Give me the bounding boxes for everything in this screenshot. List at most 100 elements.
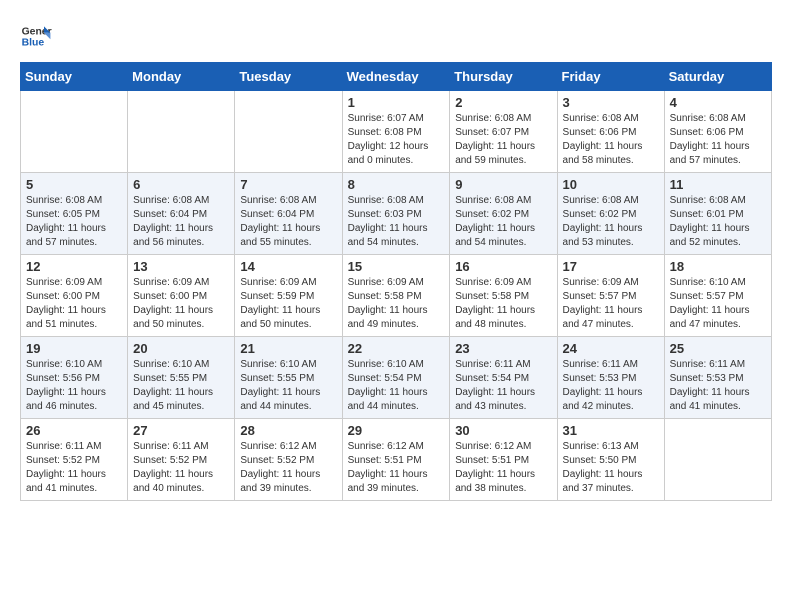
day-info: Sunrise: 6:10 AM Sunset: 5:55 PM Dayligh…	[240, 358, 336, 414]
day-info: Sunrise: 6:11 AM Sunset: 5:54 PM Dayligh…	[455, 358, 551, 414]
calendar-cell: 13 Sunrise: 6:09 AM Sunset: 6:00 PM Dayli…	[128, 255, 235, 337]
calendar-cell: 16 Sunrise: 6:09 AM Sunset: 5:58 PM Dayli…	[450, 255, 557, 337]
day-of-week-header: Wednesday	[342, 63, 450, 91]
calendar-week-row: 26 Sunrise: 6:11 AM Sunset: 5:52 PM Dayli…	[21, 419, 772, 501]
day-number: 6	[133, 177, 229, 192]
calendar-cell: 6 Sunrise: 6:08 AM Sunset: 6:04 PM Daylig…	[128, 173, 235, 255]
calendar-cell: 27 Sunrise: 6:11 AM Sunset: 5:52 PM Dayli…	[128, 419, 235, 501]
day-number: 27	[133, 423, 229, 438]
calendar-cell: 18 Sunrise: 6:10 AM Sunset: 5:57 PM Dayli…	[664, 255, 771, 337]
day-number: 11	[670, 177, 766, 192]
day-number: 25	[670, 341, 766, 356]
day-of-week-header: Saturday	[664, 63, 771, 91]
calendar-cell: 19Sunrise: 6:10 AM Sunset: 5:56 PM Dayli…	[21, 337, 128, 419]
calendar-cell: 12Sunrise: 6:09 AM Sunset: 6:00 PM Dayli…	[21, 255, 128, 337]
day-info: Sunrise: 6:07 AM Sunset: 6:08 PM Dayligh…	[348, 112, 445, 168]
day-info: Sunrise: 6:08 AM Sunset: 6:02 PM Dayligh…	[563, 194, 659, 250]
day-info: Sunrise: 6:08 AM Sunset: 6:01 PM Dayligh…	[670, 194, 766, 250]
calendar-cell: 3 Sunrise: 6:08 AM Sunset: 6:06 PM Daylig…	[557, 91, 664, 173]
calendar-cell: 9 Sunrise: 6:08 AM Sunset: 6:02 PM Daylig…	[450, 173, 557, 255]
calendar-cell: 8 Sunrise: 6:08 AM Sunset: 6:03 PM Daylig…	[342, 173, 450, 255]
day-number: 31	[563, 423, 659, 438]
day-number: 30	[455, 423, 551, 438]
day-info: Sunrise: 6:11 AM Sunset: 5:52 PM Dayligh…	[133, 440, 229, 496]
calendar-cell: 21 Sunrise: 6:10 AM Sunset: 5:55 PM Dayli…	[235, 337, 342, 419]
calendar-cell	[664, 419, 771, 501]
day-number: 7	[240, 177, 336, 192]
svg-text:Blue: Blue	[22, 38, 45, 49]
calendar-cell: 10 Sunrise: 6:08 AM Sunset: 6:02 PM Dayli…	[557, 173, 664, 255]
day-info: Sunrise: 6:08 AM Sunset: 6:03 PM Dayligh…	[348, 194, 445, 250]
calendar-cell: 11 Sunrise: 6:08 AM Sunset: 6:01 PM Dayli…	[664, 173, 771, 255]
calendar-cell	[235, 91, 342, 173]
day-number: 4	[670, 95, 766, 110]
calendar-week-row: 12 Sunrise: 6:09 AM Sunset: 6:00 PM Dayli…	[21, 255, 772, 337]
day-info: Sunrise: 6:08 AM Sunset: 6:04 PM Dayligh…	[240, 194, 336, 250]
day-number: 3	[563, 95, 659, 110]
day-number: 29	[348, 423, 445, 438]
day-number: 1	[348, 95, 445, 110]
day-number: 17	[563, 259, 659, 274]
day-info: Sunrise: 6:10 AM Sunset: 5:56 PM Dayligh…	[26, 358, 122, 414]
day-info: Sunrise: 6:09 AM Sunset: 5:58 PM Dayligh…	[348, 276, 445, 332]
day-info: Sunrise: 6:11 AM Sunset: 5:53 PM Dayligh…	[563, 358, 659, 414]
day-info: Sunrise: 6:08 AM Sunset: 6:06 PM Dayligh…	[670, 112, 766, 168]
calendar-cell: 14Sunrise: 6:09 AM Sunset: 5:59 PM Dayli…	[235, 255, 342, 337]
logo: General Blue	[20, 20, 52, 52]
calendar-cell: 4 Sunrise: 6:08 AM Sunset: 6:06 PM Daylig…	[664, 91, 771, 173]
calendar-week-row: 19Sunrise: 6:10 AM Sunset: 5:56 PM Dayli…	[21, 337, 772, 419]
day-info: Sunrise: 6:08 AM Sunset: 6:04 PM Dayligh…	[133, 194, 229, 250]
day-number: 10	[563, 177, 659, 192]
day-info: Sunrise: 6:10 AM Sunset: 5:57 PM Dayligh…	[670, 276, 766, 332]
logo-icon: General Blue	[20, 20, 52, 52]
day-number: 24	[563, 341, 659, 356]
calendar-cell: 5 Sunrise: 6:08 AM Sunset: 6:05 PM Daylig…	[21, 173, 128, 255]
day-number: 5	[26, 177, 122, 192]
day-number: 26	[26, 423, 122, 438]
day-info: Sunrise: 6:09 AM Sunset: 6:00 PM Dayligh…	[133, 276, 229, 332]
day-number: 21	[240, 341, 336, 356]
day-of-week-header: Sunday	[21, 63, 128, 91]
day-number: 16	[455, 259, 551, 274]
calendar-cell: 31 Sunrise: 6:13 AM Sunset: 5:50 PM Dayli…	[557, 419, 664, 501]
day-info: Sunrise: 6:12 AM Sunset: 5:51 PM Dayligh…	[455, 440, 551, 496]
day-info: Sunrise: 6:08 AM Sunset: 6:02 PM Dayligh…	[455, 194, 551, 250]
calendar-cell: 20 Sunrise: 6:10 AM Sunset: 5:55 PM Dayli…	[128, 337, 235, 419]
calendar-cell: 2 Sunrise: 6:08 AM Sunset: 6:07 PM Daylig…	[450, 91, 557, 173]
day-of-week-header: Thursday	[450, 63, 557, 91]
calendar-cell: 26Sunrise: 6:11 AM Sunset: 5:52 PM Dayli…	[21, 419, 128, 501]
day-number: 13	[133, 259, 229, 274]
day-of-week-header: Monday	[128, 63, 235, 91]
day-number: 23	[455, 341, 551, 356]
day-info: Sunrise: 6:13 AM Sunset: 5:50 PM Dayligh…	[563, 440, 659, 496]
day-info: Sunrise: 6:09 AM Sunset: 5:58 PM Dayligh…	[455, 276, 551, 332]
day-info: Sunrise: 6:12 AM Sunset: 5:51 PM Dayligh…	[348, 440, 445, 496]
day-number: 15	[348, 259, 445, 274]
calendar-cell: 17 Sunrise: 6:09 AM Sunset: 5:57 PM Dayli…	[557, 255, 664, 337]
calendar-cell: 23 Sunrise: 6:11 AM Sunset: 5:54 PM Dayli…	[450, 337, 557, 419]
day-info: Sunrise: 6:10 AM Sunset: 5:54 PM Dayligh…	[348, 358, 445, 414]
day-number: 12	[26, 259, 122, 274]
calendar-cell: 29 Sunrise: 6:12 AM Sunset: 5:51 PM Dayli…	[342, 419, 450, 501]
day-number: 9	[455, 177, 551, 192]
day-number: 22	[348, 341, 445, 356]
calendar-cell: 28 Sunrise: 6:12 AM Sunset: 5:52 PM Dayli…	[235, 419, 342, 501]
day-info: Sunrise: 6:08 AM Sunset: 6:05 PM Dayligh…	[26, 194, 122, 250]
day-number: 2	[455, 95, 551, 110]
day-number: 18	[670, 259, 766, 274]
day-info: Sunrise: 6:12 AM Sunset: 5:52 PM Dayligh…	[240, 440, 336, 496]
calendar-header-row: SundayMondayTuesdayWednesdayThursdayFrid…	[21, 63, 772, 91]
day-info: Sunrise: 6:08 AM Sunset: 6:06 PM Dayligh…	[563, 112, 659, 168]
day-of-week-header: Friday	[557, 63, 664, 91]
calendar-cell: 24 Sunrise: 6:11 AM Sunset: 5:53 PM Dayli…	[557, 337, 664, 419]
day-number: 8	[348, 177, 445, 192]
day-info: Sunrise: 6:08 AM Sunset: 6:07 PM Dayligh…	[455, 112, 551, 168]
calendar-table: SundayMondayTuesdayWednesdayThursdayFrid…	[20, 62, 772, 501]
calendar-cell	[21, 91, 128, 173]
day-info: Sunrise: 6:10 AM Sunset: 5:55 PM Dayligh…	[133, 358, 229, 414]
page-header: General Blue	[20, 20, 772, 52]
day-info: Sunrise: 6:09 AM Sunset: 5:57 PM Dayligh…	[563, 276, 659, 332]
day-number: 20	[133, 341, 229, 356]
calendar-cell: 30 Sunrise: 6:12 AM Sunset: 5:51 PM Dayli…	[450, 419, 557, 501]
day-number: 28	[240, 423, 336, 438]
